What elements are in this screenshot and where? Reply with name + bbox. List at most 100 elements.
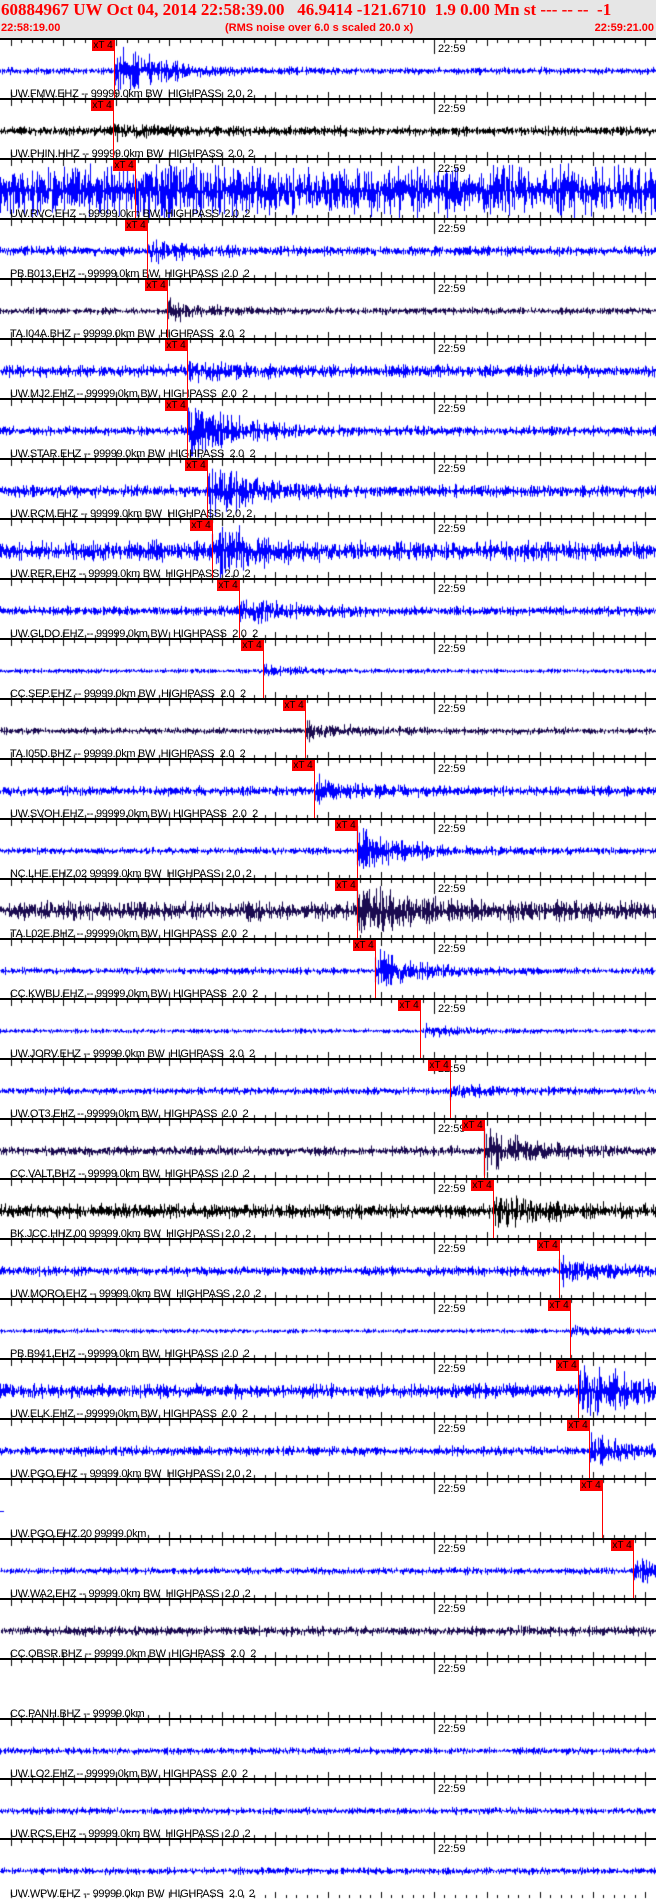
start-time: 22:58:19.00: [1, 22, 61, 34]
minute-label: 22:59: [438, 1423, 466, 1435]
minute-label: 22:59: [438, 1183, 466, 1195]
trace-panel: 22:59 UW.STAR.EHZ -- 99999.0km BW HIGHPAS…: [0, 398, 656, 460]
minute-label: 22:59: [438, 283, 466, 295]
pick-marker[interactable]: xT 4: [567, 1420, 589, 1431]
pick-marker[interactable]: xT 4: [190, 520, 212, 531]
pick-line: [114, 40, 115, 100]
pick-marker[interactable]: xT 4: [217, 580, 239, 591]
pick-line: [113, 100, 114, 160]
trace-panel: 22:59 CC.VALT.BHZ -- 99999.0km BW HIGHPAS…: [0, 1118, 656, 1180]
pick-line: [589, 1420, 590, 1480]
trace-panel: 22:59 TA.L02E.BHZ -- 99999.0km BW HIGHPAS…: [0, 878, 656, 940]
pick-line: [187, 340, 188, 400]
trace-panel: 22:59 UW.RER.EHZ -- 99999.0km BW HIGHPASS…: [0, 518, 656, 580]
pick-marker[interactable]: xT 4: [556, 1360, 578, 1371]
pick-line: [135, 160, 136, 220]
station-label: UW.WPW.EHZ -- 99999.0km BW HIGHPASS 2.0 …: [10, 1888, 255, 1900]
minute-label: 22:59: [438, 943, 466, 955]
end-time: 22:59:21.00: [594, 22, 654, 34]
pick-line: [357, 820, 358, 880]
pick-line: [559, 1240, 560, 1300]
pick-marker[interactable]: xT 4: [580, 1480, 602, 1491]
pick-line: [207, 460, 208, 520]
minute-label: 22:59: [438, 703, 466, 715]
minute-label: 22:59: [438, 1603, 466, 1615]
pick-marker[interactable]: xT 4: [335, 820, 357, 831]
pick-marker[interactable]: xT 4: [125, 220, 147, 231]
trace-panel: 22:59 UW.ELK.EHZ -- 99999.0km BW HIGHPASS…: [0, 1358, 656, 1420]
pick-line: [375, 940, 376, 1000]
trace-panel: 22:59 UW.WA2.EHZ -- 99999.0km BW HIGHPASS…: [0, 1538, 656, 1600]
pick-marker[interactable]: xT 4: [165, 340, 187, 351]
scaling-note: (RMS noise over 6.0 s scaled 20.0 x): [225, 22, 414, 34]
pick-line: [239, 580, 240, 640]
pick-line: [167, 280, 168, 340]
trace-panel: 22:59 CC.SEP.EHZ -- 99999.0km BW HIGHPASS…: [0, 638, 656, 700]
minute-label: 22:59: [438, 403, 466, 415]
pick-marker[interactable]: xT 4: [92, 40, 114, 51]
minute-label: 22:59: [438, 1363, 466, 1375]
minute-label: 22:59: [438, 1243, 466, 1255]
pick-marker[interactable]: xT 4: [292, 760, 314, 771]
event-title: 60884967 UW Oct 04, 2014 22:58:39.00 46.…: [1, 0, 612, 19]
trace-panel: 22:59 PB.B013.EHZ -- 99999.0km BW HIGHPAS…: [0, 218, 656, 280]
minute-label: 22:59: [438, 1543, 466, 1555]
trace-panel: 22:59 BK.JCC.HHZ.00 99999.0km BW HIGHPASS…: [0, 1178, 656, 1240]
minute-label: 22:59: [438, 223, 466, 235]
trace-panel: 22:59 UW.PGO.EHZ.20 99999.0km xT 4: [0, 1478, 656, 1540]
minute-label: 22:59: [438, 343, 466, 355]
trace-panel: 22:59 UW.RVC.EHZ -- 99999.0km BW HIGHPASS…: [0, 158, 656, 220]
pick-marker[interactable]: xT 4: [185, 460, 207, 471]
pick-line: [212, 520, 213, 580]
trace-panel: 22:59 TA.I04A.BHZ -- 99999.0km BW HIGHPAS…: [0, 278, 656, 340]
pick-marker[interactable]: xT 4: [353, 940, 375, 951]
minute-label: 22:59: [438, 523, 466, 535]
pick-line: [602, 1480, 603, 1540]
pick-line: [493, 1180, 494, 1240]
pick-marker[interactable]: xT 4: [548, 1300, 570, 1311]
pick-marker[interactable]: xT 4: [91, 100, 113, 111]
pick-marker[interactable]: xT 4: [537, 1240, 559, 1251]
minute-label: 22:59: [438, 1003, 466, 1015]
pick-line: [570, 1300, 571, 1360]
pick-marker[interactable]: xT 4: [335, 880, 357, 891]
pick-marker[interactable]: xT 4: [283, 700, 305, 711]
minute-label: 22:59: [438, 1303, 466, 1315]
pick-line: [578, 1360, 579, 1420]
minute-label: 22:59: [438, 1723, 466, 1735]
pick-line: [305, 700, 306, 760]
minute-label: 22:59: [438, 763, 466, 775]
pick-marker[interactable]: xT 4: [398, 1000, 420, 1011]
minute-label: 22:59: [438, 1663, 466, 1675]
pick-marker[interactable]: xT 4: [165, 400, 187, 411]
trace-panel: 22:59 UW.OT3.EHZ -- 99999.0km BW HIGHPASS…: [0, 1058, 656, 1120]
pick-marker[interactable]: xT 4: [611, 1540, 633, 1551]
pick-line: [450, 1060, 451, 1120]
pick-line: [263, 640, 264, 700]
pick-marker[interactable]: xT 4: [462, 1120, 484, 1131]
pick-line: [420, 1000, 421, 1060]
trace-panel: 22:59 UW.LO2.EHZ -- 99999.0km BW HIGHPASS…: [0, 1718, 656, 1780]
trace-panel: 22:59 UW.FMW.EHZ -- 99999.0km BW HIGHPASS…: [0, 38, 656, 100]
minute-label: 22:59: [438, 103, 466, 115]
trace-panel: 22:59 UW.MJ2.EHZ -- 99999.0km BW HIGHPASS…: [0, 338, 656, 400]
trace-panel: 22:59 UW.SVOH.EHZ -- 99999.0km BW HIGHPAS…: [0, 758, 656, 820]
pick-marker[interactable]: xT 4: [428, 1060, 450, 1071]
header: 60884967 UW Oct 04, 2014 22:58:39.00 46.…: [0, 0, 656, 38]
pick-marker[interactable]: xT 4: [113, 160, 135, 171]
pick-marker[interactable]: xT 4: [145, 280, 167, 291]
pick-marker[interactable]: xT 4: [471, 1180, 493, 1191]
trace-panel: 22:59 UW.WPW.EHZ -- 99999.0km BW HIGHPASS…: [0, 1838, 656, 1900]
minute-label: 22:59: [438, 43, 466, 55]
pick-line: [314, 760, 315, 820]
trace-panel: 22:59 UW.GLDO.EHZ -- 99999.0km BW HIGHPAS…: [0, 578, 656, 640]
minute-label: 22:59: [438, 643, 466, 655]
trace-panel: 22:59 UW.RCS.EHZ -- 99999.0km BW HIGHPASS…: [0, 1778, 656, 1840]
trace-panel: 22:59 UW.PHIN.HHZ -- 99999.0km BW HIGHPAS…: [0, 98, 656, 160]
trace-panel: 22:59 UW.JORV.EHZ -- 99999.0km BW HIGHPAS…: [0, 998, 656, 1060]
pick-line: [484, 1120, 485, 1180]
trace-panel: 22:59 UW.MORO.EHZ -- 99999.0km BW HIGHPAS…: [0, 1238, 656, 1300]
pick-line: [147, 220, 148, 280]
trace-panel: 22:59 UW.RCM.EHZ -- 99999.0km BW HIGHPASS…: [0, 458, 656, 520]
pick-marker[interactable]: xT 4: [241, 640, 263, 651]
